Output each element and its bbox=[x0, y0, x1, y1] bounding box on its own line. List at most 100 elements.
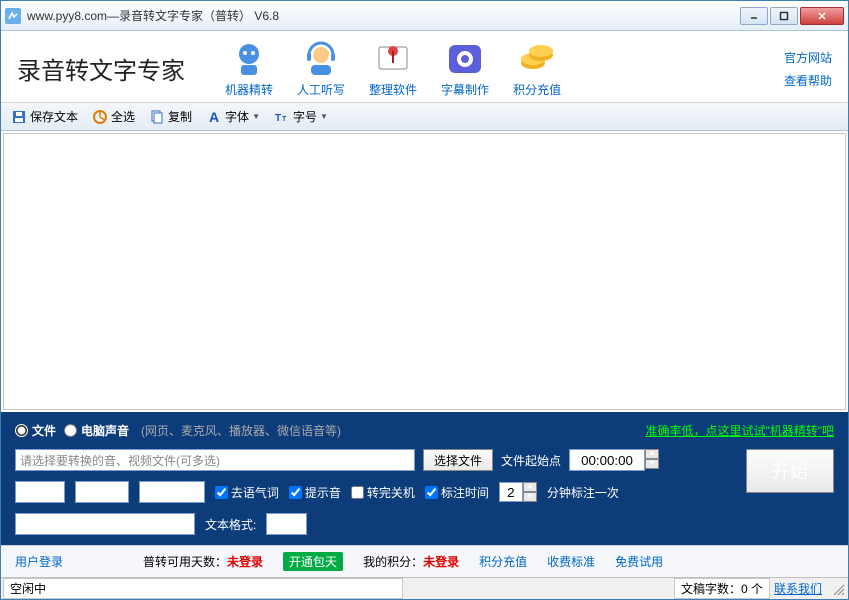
nav-human[interactable]: 人工听写 bbox=[297, 39, 345, 98]
format-select[interactable]: TXT▼ bbox=[266, 513, 307, 535]
audio-hint: (网页、麦克风、播放器、微信语音等) bbox=[141, 422, 341, 439]
shutdown-checkbox[interactable]: 转完关机 bbox=[351, 484, 415, 501]
header: 录音转文字专家 机器精转 人工听写 整理软件 字幕制作 积分充值 bbox=[1, 31, 848, 103]
engine-select[interactable]: 引擎A▼ bbox=[15, 481, 65, 503]
text-editor[interactable] bbox=[3, 133, 846, 410]
mark-time-checkbox[interactable]: 标注时间 bbox=[425, 484, 489, 501]
titlebar: www.pyy8.com—录音转文字专家（普转） V6.8 bbox=[1, 1, 848, 31]
login-link[interactable]: 用户登录 bbox=[15, 553, 63, 570]
official-site-link[interactable]: 官方网站 bbox=[784, 49, 832, 66]
status-text: 空闲中 bbox=[3, 578, 403, 599]
open-package-link[interactable]: 开通包天 bbox=[283, 552, 343, 571]
nav-organize[interactable]: 整理软件 bbox=[369, 39, 417, 98]
select-all-icon bbox=[92, 109, 108, 125]
save-mode-select[interactable]: 文本自动保存到源文件目录▼ bbox=[15, 513, 195, 535]
font-label: 字体 bbox=[225, 108, 249, 125]
remove-filler-checkbox[interactable]: 去语气词 bbox=[215, 484, 279, 501]
app-window: www.pyy8.com—录音转文字专家（普转） V6.8 录音转文字专家 机器… bbox=[0, 0, 849, 600]
radio-file-label: 文件 bbox=[32, 422, 56, 439]
nav-machine[interactable]: 机器精转 bbox=[225, 39, 273, 98]
cbx-label: 提示音 bbox=[305, 484, 341, 501]
select-all-button[interactable]: 全选 bbox=[86, 106, 141, 127]
nav-recharge[interactable]: 积分充值 bbox=[513, 39, 561, 98]
nav-icons: 机器精转 人工听写 整理软件 字幕制作 积分充值 bbox=[225, 39, 561, 98]
domain-value: 通用领域 bbox=[142, 484, 190, 501]
cbx-label: 标注时间 bbox=[441, 484, 489, 501]
chevron-down-icon: ▼ bbox=[320, 112, 328, 121]
start-button[interactable]: 开始 bbox=[746, 449, 834, 493]
select-file-button[interactable]: 选择文件 bbox=[423, 449, 493, 471]
robot-icon bbox=[229, 39, 269, 79]
radio-audio-label: 电脑声音 bbox=[81, 422, 129, 439]
settings-panel: 文件 电脑声音 (网页、麦克风、播放器、微信语音等) 准确率低，点这里试试"机器… bbox=[1, 412, 848, 545]
start-time-input[interactable] bbox=[569, 449, 645, 471]
coins-icon bbox=[517, 39, 557, 79]
svg-text:T: T bbox=[275, 113, 281, 124]
trial-link[interactable]: 免费试用 bbox=[615, 553, 663, 570]
size-label: 字号 bbox=[293, 108, 317, 125]
help-link[interactable]: 查看帮助 bbox=[784, 72, 832, 89]
chevron-down-icon: ▼ bbox=[252, 112, 260, 121]
points-label: 我的积分：未登录 bbox=[363, 553, 459, 570]
contact-link[interactable]: 联系我们 bbox=[774, 580, 822, 597]
nav-label: 字幕制作 bbox=[441, 81, 489, 98]
subtitle-icon bbox=[445, 39, 485, 79]
save-mode-value: 文本自动保存到源文件目录 bbox=[18, 516, 162, 533]
statusbar: 空闲中 文稿字数：0 个 联系我们 bbox=[1, 577, 848, 599]
nav-label: 人工听写 bbox=[297, 81, 345, 98]
nav-label: 整理软件 bbox=[369, 81, 417, 98]
save-label: 保存文本 bbox=[30, 108, 78, 125]
nav-label: 积分充值 bbox=[513, 81, 561, 98]
points-value: 未登录 bbox=[423, 555, 459, 569]
headset-icon bbox=[301, 39, 341, 79]
interval-input[interactable] bbox=[499, 482, 523, 502]
copy-button[interactable]: 复制 bbox=[143, 106, 198, 127]
select-all-label: 全选 bbox=[111, 108, 135, 125]
save-button[interactable]: 保存文本 bbox=[5, 106, 84, 127]
maximize-button[interactable] bbox=[770, 7, 798, 25]
close-button[interactable] bbox=[800, 7, 844, 25]
format-label: 文本格式: bbox=[205, 516, 256, 533]
cbx-label: 去语气词 bbox=[231, 484, 279, 501]
save-icon bbox=[11, 109, 27, 125]
app-title: 录音转文字专家 bbox=[17, 51, 185, 86]
lang-value: 普通话 bbox=[78, 484, 114, 501]
accuracy-hint-link[interactable]: 准确率低，点这里试试"机器精转"吧 bbox=[645, 422, 834, 439]
font-button[interactable]: A 字体 ▼ bbox=[200, 106, 266, 127]
window-controls bbox=[740, 7, 844, 25]
recharge-link[interactable]: 积分充值 bbox=[479, 553, 527, 570]
days-label: 普转可用天数：未登录 bbox=[143, 553, 263, 570]
radio-audio[interactable]: 电脑声音 bbox=[64, 422, 129, 439]
days-value: 未登录 bbox=[227, 555, 263, 569]
file-path-input[interactable] bbox=[15, 449, 415, 471]
nav-label: 机器精转 bbox=[225, 81, 273, 98]
size-button[interactable]: TT 字号 ▼ bbox=[268, 106, 334, 127]
nav-subtitle[interactable]: 字幕制作 bbox=[441, 39, 489, 98]
size-icon: TT bbox=[274, 109, 290, 125]
window-title: www.pyy8.com—录音转文字专家（普转） V6.8 bbox=[27, 7, 740, 24]
start-point-label: 文件起始点 bbox=[501, 452, 561, 469]
cbx-label: 转完关机 bbox=[367, 484, 415, 501]
pricing-link[interactable]: 收费标准 bbox=[547, 553, 595, 570]
interval-unit: 分钟标注一次 bbox=[547, 484, 619, 501]
bottom-bar: 用户登录 普转可用天数：未登录 开通包天 我的积分：未登录 积分充值 收费标准 … bbox=[1, 545, 848, 577]
copy-icon bbox=[149, 109, 165, 125]
minimize-button[interactable] bbox=[740, 7, 768, 25]
format-value: TXT bbox=[269, 517, 292, 531]
engine-value: 引擎A bbox=[18, 484, 50, 501]
toolbar: 保存文本 全选 复制 A 字体 ▼ TT 字号 ▼ bbox=[1, 103, 848, 131]
beep-checkbox[interactable]: 提示音 bbox=[289, 484, 341, 501]
language-select[interactable]: 普通话▼ bbox=[75, 481, 129, 503]
font-icon: A bbox=[206, 109, 222, 125]
app-icon bbox=[5, 8, 21, 24]
copy-label: 复制 bbox=[168, 108, 192, 125]
domain-select[interactable]: 通用领域▼ bbox=[139, 481, 205, 503]
interval-spinner[interactable]: ▲▼ bbox=[499, 482, 537, 502]
radio-file[interactable]: 文件 bbox=[15, 422, 56, 439]
resize-grip-icon[interactable] bbox=[830, 581, 846, 597]
svg-text:T: T bbox=[282, 116, 287, 123]
header-links: 官方网站 查看帮助 bbox=[784, 49, 832, 89]
word-count: 文稿字数：0 个 bbox=[674, 578, 770, 599]
time-spinner[interactable]: ▲▼ bbox=[645, 449, 659, 471]
pin-icon bbox=[373, 39, 413, 79]
